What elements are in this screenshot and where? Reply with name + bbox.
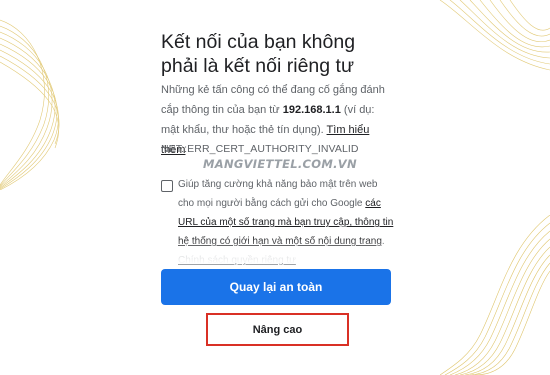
optin-text: Giúp tăng cường khả năng bảo mật trên we…: [178, 179, 378, 209]
gold-wave-decoration-top-right: [439, 0, 550, 71]
watermark-text: MANGVIETTEL.COM.VN: [203, 157, 357, 171]
scroll-fade-overlay: [161, 237, 393, 263]
gold-wave-decoration-bottom-right: [440, 215, 550, 375]
enhanced-protection-checkbox[interactable]: [161, 180, 173, 192]
page-title: Kết nối của bạn không phải là kết nối ri…: [161, 31, 356, 77]
host-address: 192.168.1.1: [282, 104, 341, 116]
back-to-safety-button[interactable]: Quay lại an toàn: [161, 269, 391, 305]
advanced-button[interactable]: Nâng cao: [206, 313, 349, 346]
gold-wave-decoration-top-left: [0, 19, 60, 190]
error-code: NET::ERR_CERT_AUTHORITY_INVALID: [161, 143, 359, 155]
